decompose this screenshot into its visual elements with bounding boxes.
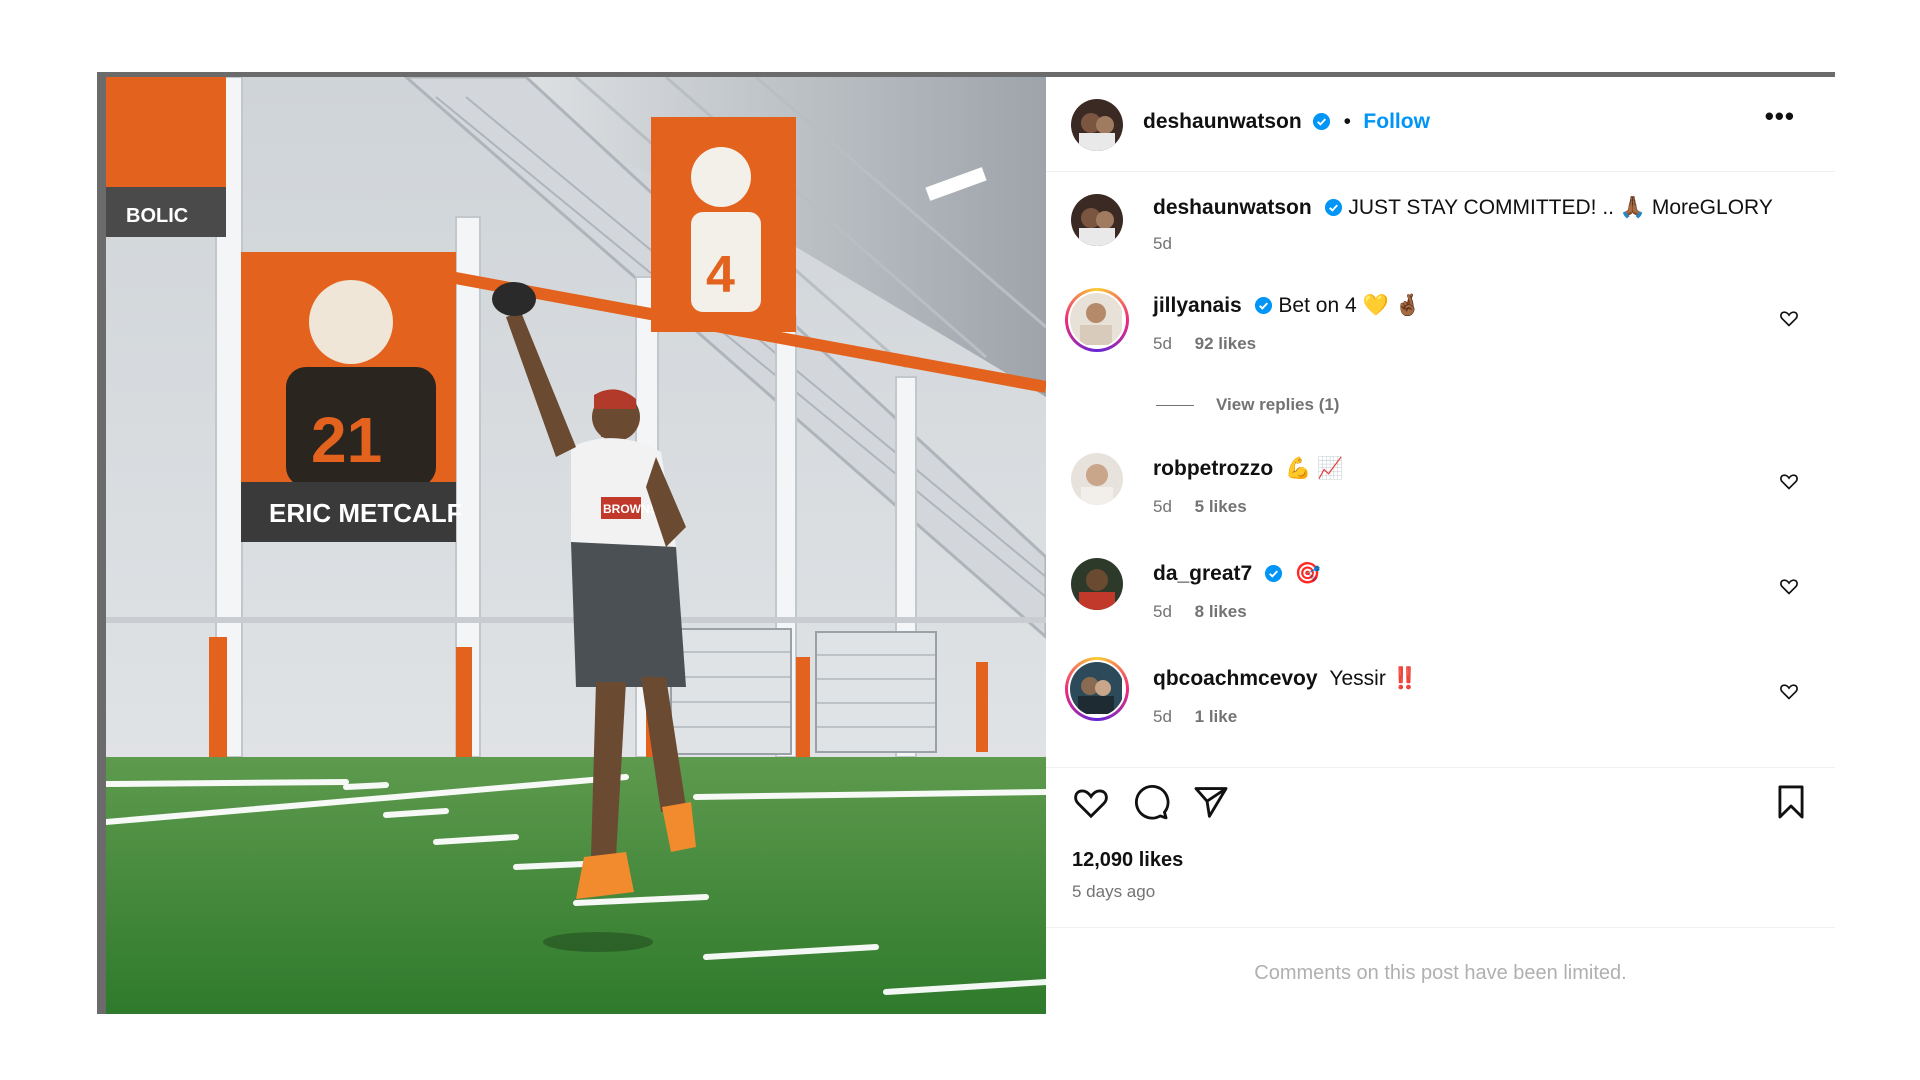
follow-button[interactable]: Follow (1363, 110, 1430, 133)
view-replies-label: View replies (1) (1216, 395, 1340, 414)
save-icon[interactable] (1772, 783, 1810, 821)
commenter-avatar[interactable] (1071, 453, 1123, 505)
comment: qbcoachmcevoy Yessir ‼️ 5d 1 like (1046, 647, 1835, 747)
banner-top-text: BOLIC (126, 205, 188, 227)
like-comment-icon[interactable] (1779, 308, 1799, 328)
caption-avatar[interactable] (1071, 194, 1123, 246)
comment-icon[interactable] (1132, 783, 1170, 821)
comment-username[interactable]: qbcoachmcevoy (1153, 667, 1318, 690)
likes-count[interactable]: 12,090 likes (1072, 849, 1183, 872)
like-comment-icon[interactable] (1779, 681, 1799, 701)
banner-left-text: ERIC METCALF (269, 498, 463, 528)
view-replies-button[interactable]: View replies (1) (1156, 395, 1339, 415)
commenter-avatar[interactable] (1065, 288, 1129, 352)
commenter-avatar[interactable] (1071, 558, 1123, 610)
modal-left-edge (97, 72, 106, 1014)
post-media[interactable]: BOLIC 21 ERIC METCALF 4 BROWNS (106, 77, 1046, 1014)
comment-time: 5d (1153, 497, 1172, 516)
comment-text: 🎯 (1294, 562, 1322, 585)
like-comment-icon[interactable] (1779, 576, 1799, 596)
comment-time: 5d (1153, 602, 1172, 621)
limited-divider (1046, 927, 1835, 928)
caption-time: 5d (1153, 234, 1172, 253)
comment: da_great7 🎯 5d 8 likes (1046, 542, 1835, 642)
post-details-panel: deshaunwatson • Follow ••• deshaunwatson (1046, 77, 1835, 1014)
banner-right-number: 4 (706, 246, 735, 304)
verified-badge-icon (1265, 564, 1283, 583)
comment-text: Yessir ‼️ (1329, 667, 1418, 690)
post-photo: BOLIC 21 ERIC METCALF 4 BROWNS (106, 77, 1046, 1014)
post-time: 5 days ago (1072, 882, 1156, 901)
separator-dot: • (1343, 110, 1351, 133)
more-options-icon[interactable]: ••• (1765, 101, 1795, 132)
comments-limited-notice: Comments on this post have been limited. (1254, 962, 1627, 984)
comment-likes[interactable]: 92 likes (1195, 334, 1256, 353)
share-icon[interactable] (1192, 783, 1230, 821)
author-avatar[interactable] (1071, 99, 1123, 151)
actions-divider (1046, 767, 1835, 768)
verified-badge-icon (1313, 112, 1331, 131)
commenter-avatar[interactable] (1065, 657, 1129, 721)
banner-left-number: 21 (311, 404, 382, 476)
comment-time: 5d (1153, 707, 1172, 726)
caption-text: JUST STAY COMMITTED! .. 🙏🏾 MoreGLORY (1348, 196, 1773, 219)
comment-likes[interactable]: 8 likes (1195, 602, 1247, 621)
comment: robpetrozzo 💪 📈 5d 5 likes (1046, 437, 1835, 537)
comment-username[interactable]: robpetrozzo (1153, 457, 1273, 480)
author-username[interactable]: deshaunwatson (1143, 110, 1302, 133)
shirt-text: BROWNS (603, 502, 658, 516)
comment: jillyanais Bet on 4 💛 🤞🏾 5d 92 likes (1046, 272, 1835, 392)
comment-text: Bet on 4 💛 🤞🏾 (1278, 294, 1421, 317)
comment-time: 5d (1153, 334, 1172, 353)
verified-badge-icon (1254, 296, 1272, 315)
comment-username[interactable]: da_great7 (1153, 562, 1252, 585)
comment-likes[interactable]: 5 likes (1195, 497, 1247, 516)
post-header: deshaunwatson • Follow ••• (1046, 77, 1835, 172)
verified-badge-icon (1324, 198, 1342, 217)
replies-line (1156, 404, 1194, 406)
comment-likes[interactable]: 1 like (1195, 707, 1238, 726)
comment-username[interactable]: jillyanais (1153, 294, 1242, 317)
caption-username[interactable]: deshaunwatson (1153, 196, 1312, 219)
like-comment-icon[interactable] (1779, 471, 1799, 491)
like-icon[interactable] (1072, 783, 1110, 821)
comment-text: 💪 📈 (1285, 457, 1344, 480)
caption: deshaunwatson JUST STAY COMMITTED! .. 🙏🏾… (1046, 172, 1835, 272)
